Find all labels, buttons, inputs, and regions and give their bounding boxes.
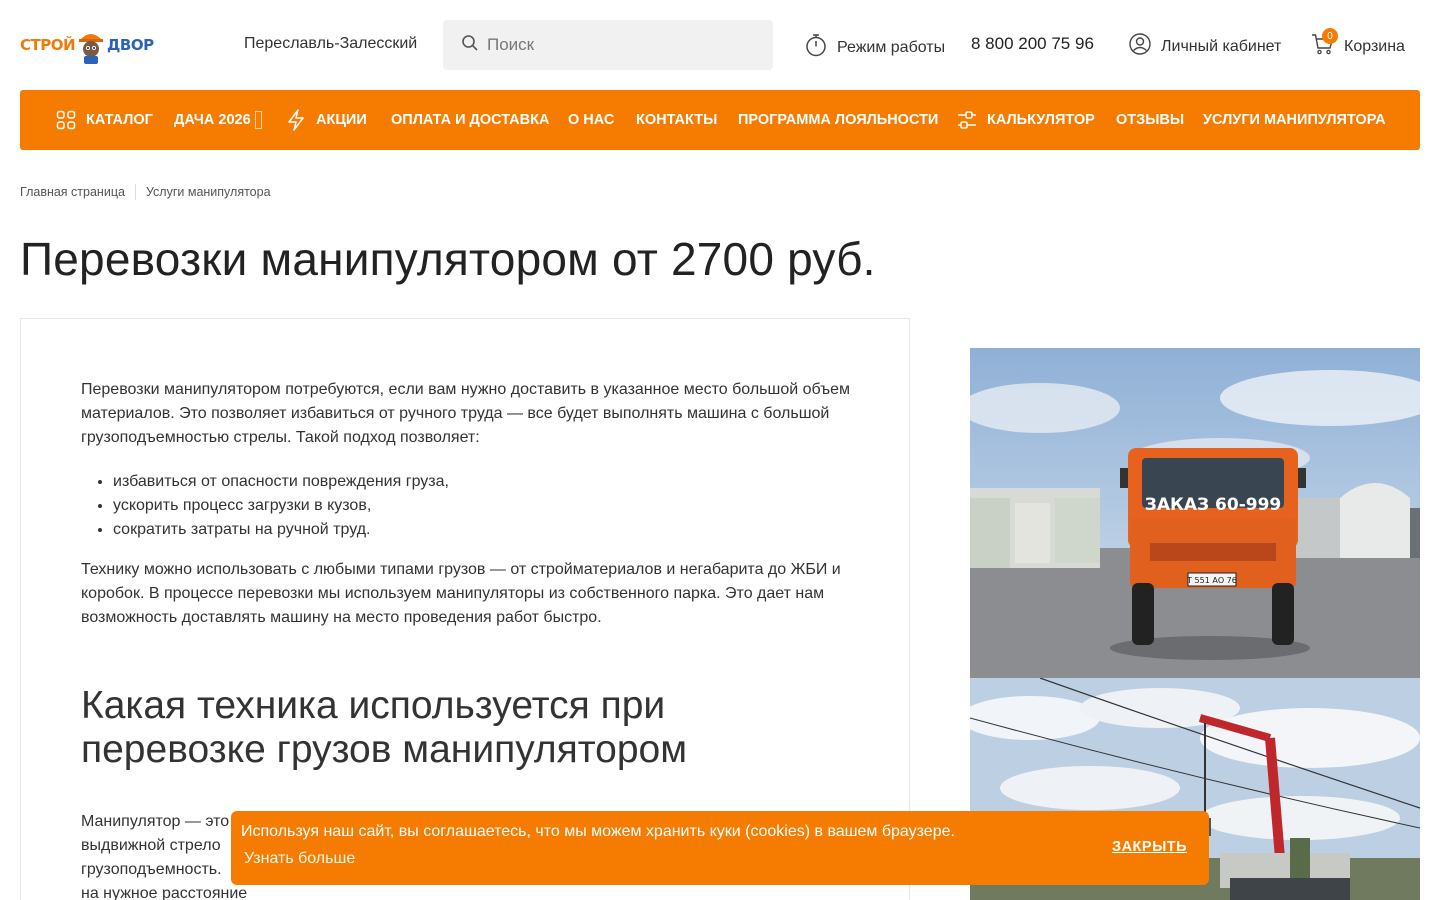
nav-label: ОПЛАТА И ДОСТАВКА — [391, 112, 550, 128]
nav-label: УСЛУГИ МАНИПУЛЯТОРА — [1203, 112, 1386, 128]
nav-item-payment-delivery[interactable]: ОПЛАТА И ДОСТАВКА — [391, 90, 549, 150]
breadcrumb: Главная страница Услуги манипулятора — [20, 184, 271, 200]
cart-count-badge: 0 — [1322, 28, 1338, 44]
nav-item-reviews[interactable]: ОТЗЫВЫ — [1116, 90, 1184, 150]
city-selector[interactable]: Переславль-Залесский — [244, 35, 417, 53]
site-header: СТРОЙ ДВОР Переславль-Залесский Режим ра… — [0, 0, 1440, 90]
breadcrumb-separator — [134, 184, 136, 200]
logo-text-part2: ДВОР — [107, 36, 154, 54]
main-nav: КАТАЛОГ ДАЧА 2026 АКЦИИ ОПЛАТА И ДОСТАВК… — [20, 90, 1420, 150]
cookie-banner: Используя наш сайт, вы соглашаетесь, что… — [231, 811, 1209, 885]
cookie-learn-more-link[interactable]: Узнать больше — [244, 850, 355, 868]
logo-text-part1: СТРОЙ — [20, 36, 76, 54]
license-plate-text: Т 551 АО 76 — [1186, 576, 1237, 585]
nav-item-contacts[interactable]: КОНТАКТЫ — [636, 90, 717, 150]
account-label: Личный кабинет — [1161, 37, 1282, 55]
nav-label: КАЛЬКУЛЯТОР — [987, 112, 1095, 128]
list-item: ускорить процесс загрузки в кузов, — [113, 494, 851, 518]
nav-item-manipulator-services[interactable]: УСЛУГИ МАНИПУЛЯТОРА — [1203, 90, 1386, 150]
logo-mascot-icon — [76, 26, 106, 64]
cart-label: Корзина — [1344, 37, 1405, 55]
phone-link[interactable]: 8 800 200 75 96 — [971, 34, 1094, 54]
breadcrumb-home-link[interactable]: Главная страница — [20, 185, 125, 199]
user-icon — [1129, 33, 1151, 60]
cookie-close-button[interactable]: ЗАКРЫТЬ — [1112, 839, 1187, 855]
account-link[interactable]: Личный кабинет — [1129, 33, 1281, 60]
nav-item-dacha[interactable]: ДАЧА 2026 — [174, 90, 262, 150]
search-icon — [461, 34, 479, 57]
stopwatch-icon — [805, 33, 827, 62]
site-logo[interactable]: СТРОЙ ДВОР — [20, 24, 154, 66]
nav-item-promos[interactable]: АКЦИИ — [286, 90, 367, 150]
section-heading: Какая техника используется при перевозке… — [81, 684, 688, 771]
work-hours-label: Режим работы — [837, 38, 946, 56]
nav-item-about[interactable]: О НАС — [568, 90, 614, 150]
truck-photo: ЗАКАЗ 60-999 Т 551 АО 76 — [970, 348, 1420, 678]
grid-icon — [56, 110, 76, 130]
nav-label: КОНТАКТЫ — [636, 112, 718, 128]
nav-label: ПРОГРАММА ЛОЯЛЬНОСТИ — [738, 112, 939, 128]
search-input[interactable] — [487, 35, 747, 55]
page-title: Перевозки манипулятором от 2700 руб. — [20, 233, 876, 285]
benefits-list: избавиться от опасности повреждения груз… — [113, 470, 851, 542]
cookie-text: Используя наш сайт, вы соглашаетесь, что… — [241, 823, 955, 840]
truck-sign-text: ЗАКАЗ 60-999 — [1145, 495, 1281, 515]
list-item: сократить затраты на ручной труд. — [113, 518, 851, 542]
nav-label: ОТЗЫВЫ — [1116, 112, 1185, 128]
lightning-icon — [288, 109, 304, 131]
nav-label: ДАЧА 2026 — [174, 112, 251, 128]
nav-label: АКЦИИ — [316, 112, 367, 128]
nav-label: О НАС — [568, 112, 615, 128]
list-item: избавиться от опасности повреждения груз… — [113, 470, 851, 494]
nav-item-calculator[interactable]: КАЛЬКУЛЯТОР — [957, 90, 1095, 150]
breadcrumb-current: Услуги манипулятора — [145, 185, 271, 199]
second-paragraph: Технику можно использовать с любыми типа… — [81, 561, 841, 626]
missing-glyph-icon — [254, 111, 262, 129]
intro-paragraph: Перевозки манипулятором потребуются, есл… — [81, 381, 851, 446]
work-hours-link[interactable]: Режим работы — [805, 33, 945, 62]
nav-item-loyalty[interactable]: ПРОГРАММА ЛОЯЛЬНОСТИ — [738, 90, 938, 150]
nav-label: КАТАЛОГ — [86, 112, 153, 128]
search-box[interactable] — [443, 20, 773, 70]
sliders-icon — [958, 111, 976, 129]
nav-item-catalog[interactable]: КАТАЛОГ — [56, 90, 153, 150]
